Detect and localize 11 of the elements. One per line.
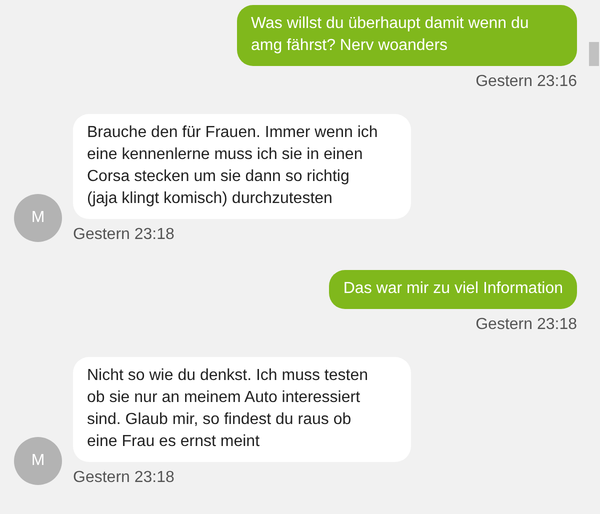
scrollbar-thumb[interactable] xyxy=(589,42,599,66)
message-bubble: Das war mir zu viel Information xyxy=(329,270,577,309)
message-time: Gestern 23:18 xyxy=(73,226,174,244)
message-bubble: Nicht so wie du denkst. Ich muss testen ob sie nur an meinem Auto interessiert sind. Glaub mir, so findest du raus ob eine Frau es ernst meint xyxy=(73,357,411,462)
message-time: Gestern 23:18 xyxy=(73,469,174,487)
message-bubble: Brauche den für Frauen. Immer wenn ich eine kennenlerne muss ich sie in einen Corsa stecken um sie dann so richtig (jaja klingt komisch) durchzutesten xyxy=(73,114,411,219)
avatar: M xyxy=(14,437,62,485)
message-time: Gestern 23:18 xyxy=(476,316,577,334)
message-time: Gestern 23:16 xyxy=(476,73,577,91)
avatar: M xyxy=(14,194,62,242)
message-bubble: Was willst du überhaupt damit wenn du amg fährst? Nerv woanders xyxy=(237,5,577,66)
